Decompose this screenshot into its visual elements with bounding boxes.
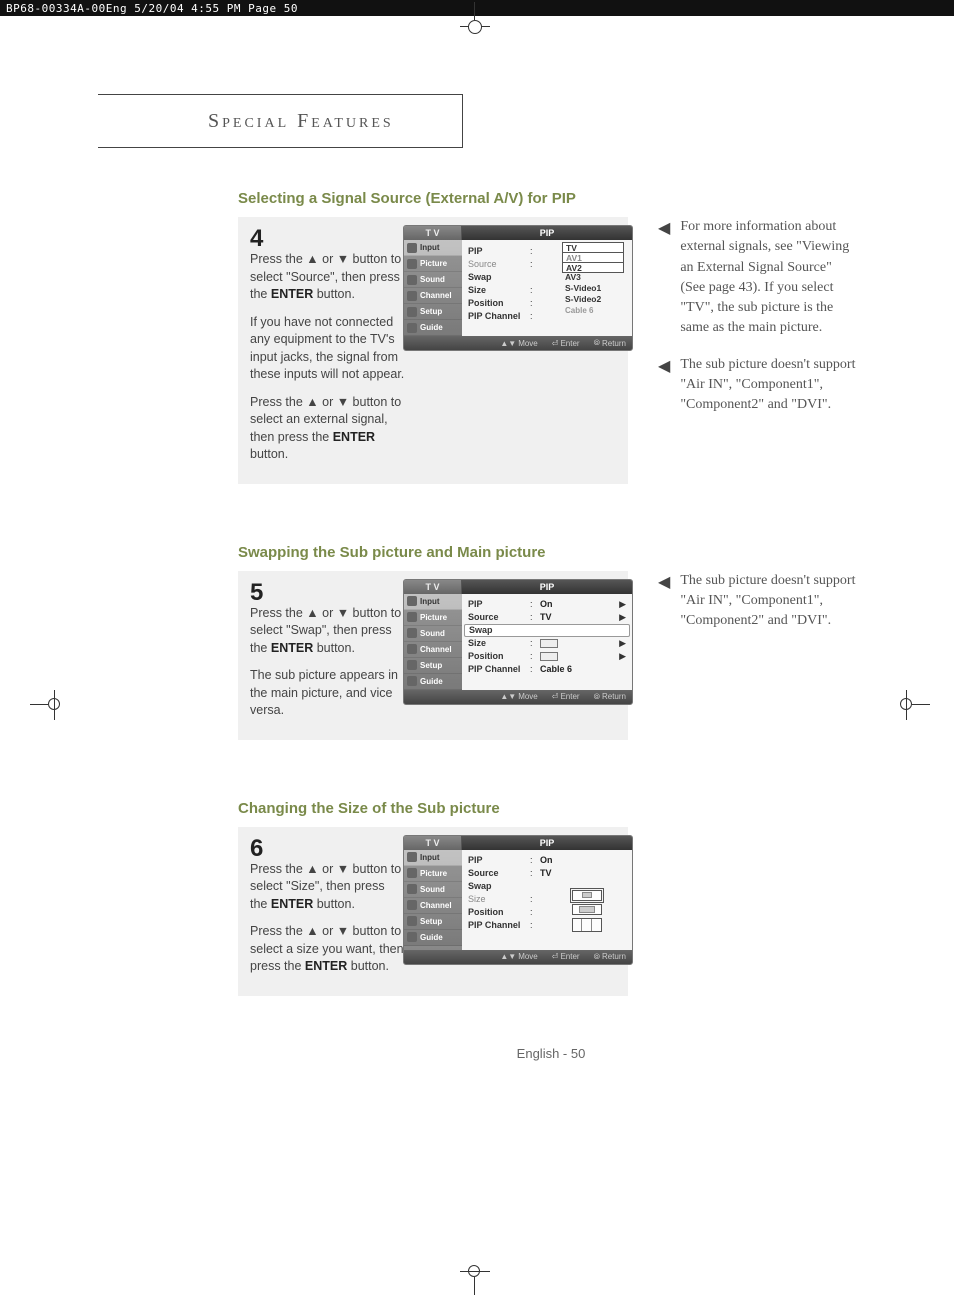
note-external-signals: ◀ For more information about external si… — [658, 217, 858, 339]
size-option-large-icon — [572, 904, 602, 915]
note-arrow-icon: ◀ — [658, 217, 670, 339]
note-sub-unsupported-1: ◀ The sub picture doesn't support "Air I… — [658, 355, 858, 416]
section-heading-size: Changing the Size of the Sub picture — [238, 800, 864, 817]
step-5-block: 5 Press the ▲ or ▼ button to select "Swa… — [238, 571, 628, 740]
step-number-5: 5 — [250, 581, 405, 605]
chapter-title: Special Features — [98, 110, 394, 133]
step-5-text-2: The sub picture appears in the main pict… — [250, 667, 405, 720]
osd-size-options — [572, 890, 602, 932]
step-6-text-2: Press the ▲ or ▼ button to select a size… — [250, 923, 405, 976]
osd-screenshot-source: T V PIP Input Picture Sound Channel Setu… — [403, 225, 633, 351]
step-6-text-1: Press the ▲ or ▼ button to select "Size"… — [250, 861, 405, 914]
step-4-text-2: If you have not connected any equipment … — [250, 314, 405, 384]
section-heading-swap: Swapping the Sub picture and Main pictur… — [238, 544, 864, 561]
step-6-block: 6 Press the ▲ or ▼ button to select "Siz… — [238, 827, 628, 996]
osd-tab-tv: T V — [404, 226, 462, 240]
step-5-text-1: Press the ▲ or ▼ button to select "Swap"… — [250, 605, 405, 658]
step-number-6: 6 — [250, 837, 405, 861]
osd-footer: ▲▼ Move ⏎ Enter ⦾ Return — [404, 336, 632, 350]
section-heading-source: Selecting a Signal Source (External A/V)… — [238, 190, 864, 207]
size-option-triple-icon — [572, 918, 602, 932]
step-4-text-3: Press the ▲ or ▼ button to select an ext… — [250, 394, 405, 464]
osd-screenshot-swap: T V PIP Input Picture Sound Channel Setu… — [403, 579, 633, 705]
step-4-text-1: Press the ▲ or ▼ button to select "Sourc… — [250, 251, 405, 304]
step-4-block: 4 Press the ▲ or ▼ button to select "Sou… — [238, 217, 628, 484]
osd-tab-pip: PIP — [462, 226, 632, 240]
note-arrow-icon: ◀ — [658, 571, 670, 632]
osd-sidebar: Input Picture Sound Channel Setup Guide — [404, 240, 462, 336]
step-number-4: 4 — [250, 227, 405, 251]
chapter-header-box: Special Features — [98, 94, 463, 148]
note-sub-unsupported-2: ◀ The sub picture doesn't support "Air I… — [658, 571, 858, 632]
size-option-small-icon — [572, 890, 602, 901]
page-number-footer: English - 50 — [238, 1016, 864, 1061]
osd-source-list: TV AV1 AV2 AV3 S-Video1 S-Video2 Cable 6 — [562, 242, 624, 316]
osd-screenshot-size: T V PIP Input Picture Sound Channel Setu… — [403, 835, 633, 965]
note-arrow-icon: ◀ — [658, 355, 670, 416]
